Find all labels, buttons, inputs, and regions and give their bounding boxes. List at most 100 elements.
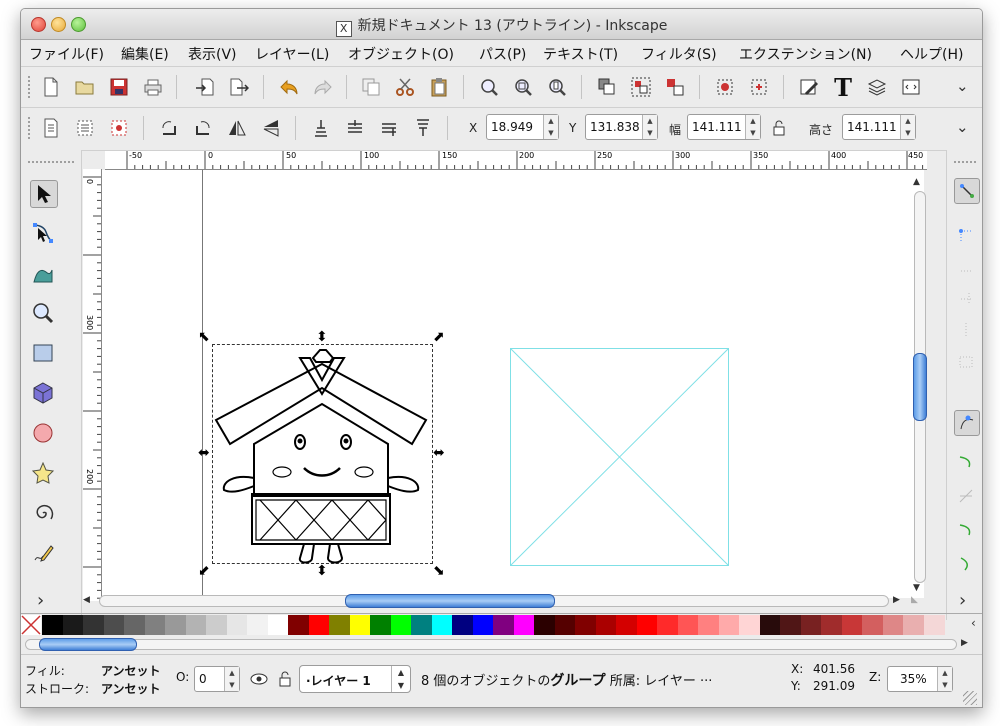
zoom-drawing-icon[interactable] xyxy=(511,75,535,99)
menu-help[interactable]: ヘルプ(H) xyxy=(900,44,963,64)
scroll-thumb[interactable] xyxy=(345,594,555,608)
color-swatch[interactable] xyxy=(42,615,63,635)
xml-editor-icon[interactable] xyxy=(747,75,771,99)
rotate-cw-icon[interactable] xyxy=(191,116,215,140)
select-all-layers-icon[interactable] xyxy=(73,116,97,140)
3d-box-tool-icon[interactable] xyxy=(30,380,56,406)
y-spinbox[interactable]: 131.838 ▲ ▼ xyxy=(585,114,658,140)
color-swatch[interactable] xyxy=(308,615,330,635)
color-swatch[interactable] xyxy=(185,615,207,635)
redo-icon[interactable] xyxy=(311,75,335,99)
zoom-page-icon[interactable] xyxy=(545,75,569,99)
color-swatch[interactable] xyxy=(923,615,945,635)
ungroup-icon[interactable] xyxy=(663,75,687,99)
scale-handle-icon[interactable]: ⬉ xyxy=(198,330,210,344)
menu-view[interactable]: 表示(V) xyxy=(188,44,237,64)
color-swatch[interactable] xyxy=(759,615,781,635)
cut-icon[interactable] xyxy=(393,75,417,99)
scale-handle-icon[interactable]: ⬍ xyxy=(316,330,328,344)
color-swatch[interactable] xyxy=(206,615,227,635)
snap-toggle-icon[interactable] xyxy=(954,178,980,204)
star-tool-icon[interactable] xyxy=(30,460,56,486)
raise-icon[interactable] xyxy=(377,116,401,140)
group-icon[interactable] xyxy=(629,75,653,99)
import-icon[interactable] xyxy=(193,75,217,99)
spiral-tool-icon[interactable] xyxy=(30,500,56,526)
save-icon[interactable] xyxy=(107,75,131,99)
menu-text[interactable]: テキスト(T) xyxy=(543,44,618,64)
color-swatch[interactable] xyxy=(616,615,637,635)
snap-bbox-corner-icon[interactable] xyxy=(954,286,978,310)
color-swatch[interactable] xyxy=(903,615,924,635)
color-swatch[interactable] xyxy=(349,615,371,635)
spin-arrows-icon[interactable]: ▲ ▼ xyxy=(224,667,239,691)
color-swatch[interactable] xyxy=(739,615,760,635)
spin-arrows-icon[interactable]: ▲ ▼ xyxy=(745,115,760,139)
menu-extensions[interactable]: エクステンション(N) xyxy=(739,44,872,64)
print-icon[interactable] xyxy=(141,75,165,99)
menu-object[interactable]: オブジェクト(O) xyxy=(348,44,454,64)
color-swatch[interactable] xyxy=(882,615,904,635)
select-all-icon[interactable] xyxy=(39,116,63,140)
snap-intersections-icon[interactable] xyxy=(954,484,978,508)
spin-arrows-icon[interactable]: ▲ ▼ xyxy=(937,667,952,691)
scroll-up-icon[interactable]: ▲ xyxy=(913,177,920,187)
color-swatch[interactable] xyxy=(554,615,576,635)
menu-file[interactable]: ファイル(F) xyxy=(29,44,104,64)
zoom-spinbox[interactable]: 35% ▲ ▼ xyxy=(887,666,953,692)
horizontal-scrollbar[interactable]: ◀ ▶ ◣ xyxy=(81,592,923,610)
no-paint-swatch[interactable] xyxy=(21,615,41,635)
text-icon[interactable]: T xyxy=(831,73,855,102)
palette-scroll-icon[interactable]: ‹ xyxy=(971,616,976,630)
raise-to-top-icon[interactable] xyxy=(411,116,435,140)
undo-icon[interactable] xyxy=(277,75,301,99)
rotate-ccw-icon[interactable] xyxy=(157,116,181,140)
snap-cusp-nodes-icon[interactable] xyxy=(954,518,978,542)
spin-arrows-icon[interactable]: ▲ ▼ xyxy=(642,115,657,139)
color-swatch[interactable] xyxy=(288,615,309,635)
color-swatch[interactable] xyxy=(124,615,145,635)
ellipse-tool-icon[interactable] xyxy=(30,420,56,446)
vertical-scrollbar[interactable]: ▲ ▼ xyxy=(910,177,928,597)
menu-filters[interactable]: フィルタ(S) xyxy=(641,44,717,64)
spin-arrows-icon[interactable]: ▲ ▼ xyxy=(543,115,558,139)
color-swatch[interactable] xyxy=(841,615,863,635)
color-swatch[interactable] xyxy=(493,615,514,635)
vertical-ruler[interactable]: 0 300 200 xyxy=(83,169,102,601)
fill-value[interactable]: アンセット xyxy=(101,662,161,679)
flip-horizontal-icon[interactable] xyxy=(225,116,249,140)
snap-paths-icon[interactable] xyxy=(954,450,978,474)
zoom-selection-icon[interactable] xyxy=(477,75,501,99)
scale-handle-icon[interactable]: ⬋ xyxy=(198,564,210,578)
color-swatch[interactable] xyxy=(575,615,596,635)
color-management-icon[interactable]: ◣ xyxy=(911,595,918,605)
scroll-thumb[interactable] xyxy=(913,353,927,421)
toolbox-more-icon[interactable]: › xyxy=(37,590,44,611)
scale-handle-icon[interactable]: ⬌ xyxy=(198,446,210,460)
node-tool-icon[interactable] xyxy=(30,220,56,246)
toolbar-overflow-chevron-icon[interactable]: ⌄ xyxy=(956,77,969,95)
snap-bbox-icon[interactable] xyxy=(954,222,978,246)
color-swatch[interactable] xyxy=(267,615,289,635)
lower-icon[interactable] xyxy=(343,116,367,140)
height-spinbox[interactable]: 141.111 ▲ ▼ xyxy=(842,114,916,140)
spin-arrows-icon[interactable]: ▲ ▼ xyxy=(900,115,915,139)
edit-pen-icon[interactable] xyxy=(797,75,821,99)
color-swatch[interactable] xyxy=(165,615,186,635)
snap-bbox-edge-icon[interactable] xyxy=(954,254,978,278)
color-swatch[interactable] xyxy=(636,615,658,635)
snap-nodes-icon[interactable] xyxy=(954,410,980,436)
color-swatch[interactable] xyxy=(595,615,617,635)
color-swatch[interactable] xyxy=(226,615,248,635)
color-swatch[interactable] xyxy=(103,615,125,635)
rectangle-tool-icon[interactable] xyxy=(30,340,56,366)
snapbar-more-icon[interactable]: › xyxy=(959,590,966,611)
open-icon[interactable] xyxy=(73,75,97,99)
snap-bbox-midpoint-icon[interactable] xyxy=(954,318,978,342)
scale-handle-icon[interactable]: ⬍ xyxy=(316,564,328,578)
zoom-tool-icon[interactable] xyxy=(30,300,56,326)
horizontal-ruler[interactable]: -50 0 50 100 150 200 250 300 350 400 450 xyxy=(105,151,927,170)
color-swatch[interactable] xyxy=(62,615,84,635)
menu-edit[interactable]: 編集(E) xyxy=(121,44,169,64)
scroll-right-icon[interactable]: ▶ xyxy=(961,638,968,648)
